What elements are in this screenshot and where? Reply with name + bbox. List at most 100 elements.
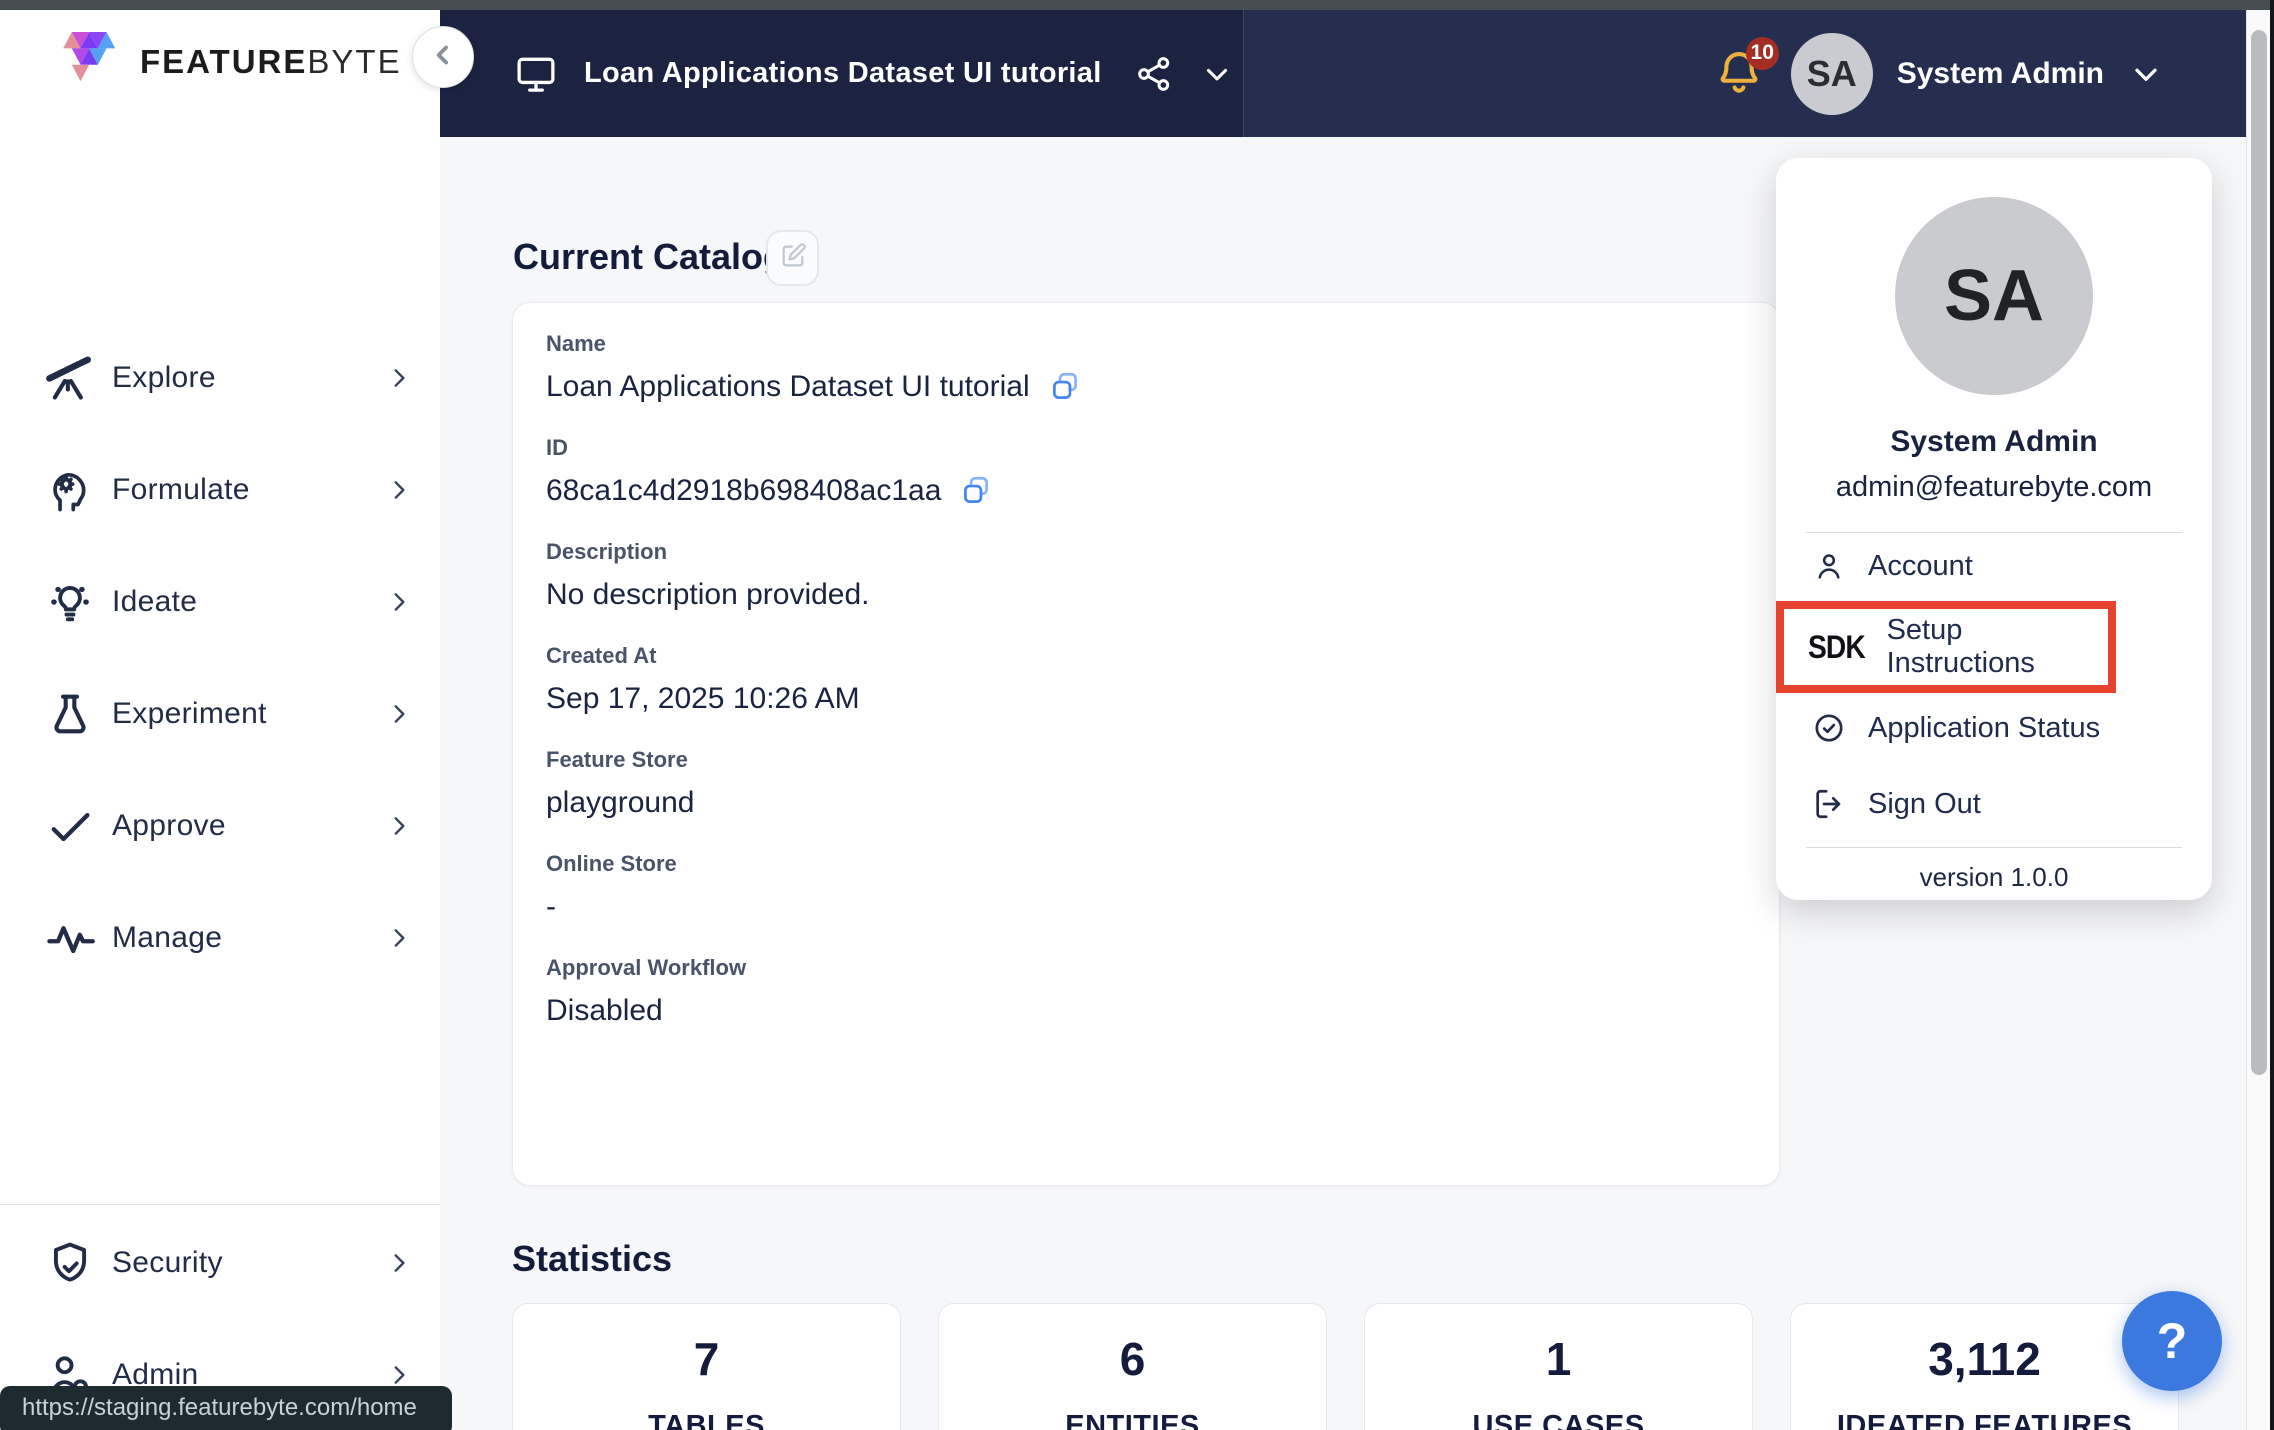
navbar-catalog-section: Loan Applications Dataset UI tutorial — [440, 10, 1244, 137]
sidebar: FEATUREBYTE Explore Formulate — [0, 10, 440, 1430]
monitor-icon — [514, 52, 558, 96]
vertical-scrollbar[interactable] — [2246, 10, 2270, 1430]
sdk-icon: SDK — [1808, 629, 1865, 666]
app-window: FEATUREBYTE Explore Formulate — [0, 0, 2274, 1430]
statistics-heading: Statistics — [512, 1238, 672, 1280]
field-value: playground — [546, 786, 1779, 820]
sidebar-item-ideate[interactable]: Ideate — [44, 571, 412, 633]
menu-divider — [1806, 847, 2182, 848]
field-approval-workflow: Approval Workflow Disabled — [546, 955, 1779, 1028]
menu-item-account[interactable]: Account — [1776, 533, 2212, 599]
window-right-edge — [2270, 0, 2274, 1430]
chevron-right-icon — [386, 701, 412, 727]
chevron-right-icon — [386, 365, 412, 391]
stat-value: 6 — [939, 1332, 1326, 1386]
shield-check-icon — [44, 1237, 96, 1289]
check-circle-icon — [1812, 711, 1846, 745]
menu-item-sign-out[interactable]: Sign Out — [1776, 771, 2212, 837]
chevron-right-icon — [386, 1250, 412, 1276]
notifications-button[interactable]: 10 — [1713, 45, 1767, 103]
copy-icon[interactable] — [1048, 370, 1082, 404]
field-label: Name — [546, 331, 1779, 357]
sidebar-item-label: Approve — [112, 809, 226, 843]
sidebar-item-security[interactable]: Security — [44, 1232, 412, 1294]
menu-item-application-status[interactable]: Application Status — [1776, 695, 2212, 761]
telescope-icon — [44, 352, 96, 404]
field-online-store: Online Store - — [546, 851, 1779, 924]
user-menu-chevron-icon[interactable] — [2128, 56, 2164, 92]
stat-value: 1 — [1365, 1332, 1752, 1386]
status-bar-url: https://staging.featurebyte.com/home — [0, 1386, 452, 1430]
pencil-icon — [779, 242, 807, 275]
person-icon — [1812, 549, 1846, 583]
sidebar-item-formulate[interactable]: Formulate — [44, 459, 412, 521]
featurebyte-logo: FEATUREBYTE — [62, 32, 402, 91]
sidebar-item-label: Formulate — [112, 473, 250, 507]
statistics-row: 7 TABLES 6 ENTITIES 1 USE CASES 3,112 ID… — [512, 1303, 2179, 1430]
top-navbar: Loan Applications Dataset UI tutorial — [440, 10, 2274, 137]
stat-card-use-cases[interactable]: 1 USE CASES — [1364, 1303, 1753, 1430]
chevron-right-icon — [386, 1362, 412, 1388]
menu-item-label: Account — [1868, 550, 1973, 583]
field-name: Name Loan Applications Dataset UI tutori… — [546, 331, 1779, 404]
stat-label: ENTITIES — [939, 1410, 1326, 1430]
sidebar-item-approve[interactable]: Approve — [44, 795, 412, 857]
stat-card-ideated-features[interactable]: 3,112 IDEATED FEATURES — [1790, 1303, 2179, 1430]
activity-icon — [44, 912, 96, 964]
featurebyte-logo-icon — [62, 32, 126, 91]
user-dropdown-menu: SA System Admin admin@featurebyte.com Ac… — [1776, 158, 2212, 900]
field-value: 68ca1c4d2918b698408ac1aa — [546, 474, 941, 508]
sidebar-item-explore[interactable]: Explore — [44, 347, 412, 409]
chevron-right-icon — [386, 477, 412, 503]
stat-card-entities[interactable]: 6 ENTITIES — [938, 1303, 1327, 1430]
chevron-right-icon — [386, 925, 412, 951]
user-menu-name: System Admin — [1776, 425, 2212, 459]
sidebar-item-label: Manage — [112, 921, 222, 955]
menu-item-label: Setup Instructions — [1887, 614, 2108, 680]
sign-out-icon — [1812, 787, 1846, 821]
menu-item-sdk-setup-instructions[interactable]: SDK Setup Instructions — [1776, 601, 2116, 693]
user-name[interactable]: System Admin — [1897, 57, 2104, 91]
help-button[interactable]: ? — [2122, 1291, 2222, 1391]
sidebar-item-label: Security — [112, 1246, 223, 1280]
share-icon[interactable] — [1134, 54, 1174, 94]
stat-label: IDEATED FEATURES — [1791, 1410, 2178, 1430]
sidebar-item-manage[interactable]: Manage — [44, 907, 412, 969]
field-label: Feature Store — [546, 747, 1779, 773]
catalog-dropdown-chevron-icon[interactable] — [1200, 57, 1234, 91]
scrollbar-thumb[interactable] — [2251, 30, 2267, 1075]
field-value: Sep 17, 2025 10:26 AM — [546, 682, 1779, 716]
user-menu-email: admin@featurebyte.com — [1776, 471, 2212, 504]
stat-label: TABLES — [513, 1410, 900, 1430]
catalog-title: Loan Applications Dataset UI tutorial — [584, 57, 1102, 90]
notification-count-badge: 10 — [1746, 37, 1779, 70]
sidebar-collapse-button[interactable] — [412, 26, 474, 88]
app-version: version 1.0.0 — [1776, 862, 2212, 893]
edit-catalog-button[interactable] — [766, 230, 819, 286]
field-feature-store: Feature Store playground — [546, 747, 1779, 820]
field-description: Description No description provided. — [546, 539, 1779, 612]
page-title: Current Catalog — [513, 236, 785, 278]
stat-value: 3,112 — [1791, 1332, 2178, 1386]
navbar-user-section: 10 SA System Admin — [1244, 10, 2274, 137]
user-avatar[interactable]: SA — [1791, 33, 1873, 115]
stat-card-tables[interactable]: 7 TABLES — [512, 1303, 901, 1430]
field-label: Approval Workflow — [546, 955, 1779, 981]
sidebar-item-label: Explore — [112, 361, 216, 395]
field-label: Online Store — [546, 851, 1779, 877]
field-value: Loan Applications Dataset UI tutorial — [546, 370, 1030, 404]
chevron-left-icon — [428, 40, 458, 75]
sidebar-item-experiment[interactable]: Experiment — [44, 683, 412, 745]
field-value: No description provided. — [546, 578, 1779, 612]
chevron-right-icon — [386, 589, 412, 615]
field-label: Created At — [546, 643, 1779, 669]
question-mark-icon: ? — [2157, 1312, 2188, 1370]
field-value: - — [546, 890, 1779, 924]
chevron-right-icon — [386, 813, 412, 839]
sidebar-footer-divider — [0, 1204, 440, 1205]
menu-item-label: Application Status — [1868, 712, 2100, 745]
field-label: Description — [546, 539, 1779, 565]
copy-icon[interactable] — [959, 474, 993, 508]
window-top-edge — [0, 0, 2274, 10]
lightbulb-icon — [44, 576, 96, 628]
